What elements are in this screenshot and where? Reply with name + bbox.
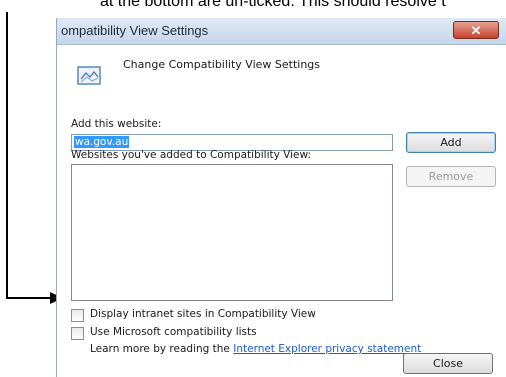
compatibility-view-dialog: ompatibility View Settings ✕ Change Comp…	[56, 18, 506, 377]
caption-text: at the bottom are un-ticked. This should…	[100, 0, 446, 10]
close-button[interactable]: Close	[403, 353, 493, 374]
website-input-value: wa.gov.au	[74, 136, 130, 148]
use-microsoft-lists-checkbox[interactable]	[71, 327, 84, 340]
title-bar[interactable]: ompatibility View Settings ✕	[57, 18, 506, 45]
learn-more-prefix: Learn more by reading the	[90, 343, 234, 355]
annotation-arrow-line	[6, 297, 52, 299]
dialog-title: ompatibility View Settings	[61, 23, 209, 38]
close-icon[interactable]: ✕	[453, 21, 499, 39]
learn-more-text: Learn more by reading the Internet Explo…	[90, 343, 421, 355]
privacy-statement-link[interactable]: Internet Explorer privacy statement	[233, 343, 421, 355]
add-website-label: Add this website:	[71, 118, 162, 130]
annotation-caption: at the bottom are un-ticked. This should…	[0, 0, 506, 13]
display-intranet-checkbox[interactable]	[71, 309, 84, 322]
remove-button[interactable]: Remove	[406, 166, 496, 187]
websites-list[interactable]	[71, 164, 393, 301]
header-title: Change Compatibility View Settings	[123, 58, 321, 71]
checkbox-label: Display intranet sites in Compatibility …	[90, 308, 316, 320]
add-button[interactable]: Add	[406, 132, 496, 153]
compatibility-view-icon	[77, 66, 101, 85]
annotation-arrow-line	[6, 12, 8, 299]
websites-list-label: Websites you've added to Compatibility V…	[71, 149, 312, 161]
checkbox-label: Use Microsoft compatibility lists	[90, 326, 257, 338]
